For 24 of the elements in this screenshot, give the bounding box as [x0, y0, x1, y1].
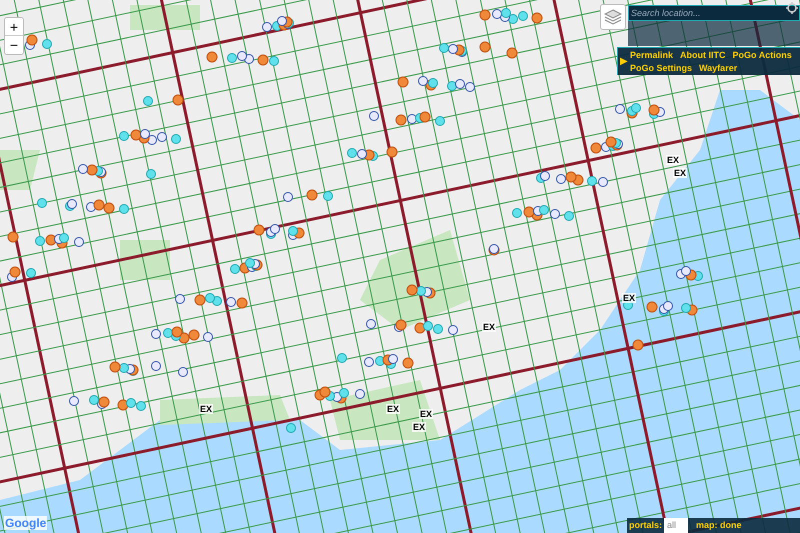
- locate-icon[interactable]: [786, 2, 798, 14]
- ex-label: EX: [412, 422, 426, 432]
- ex-label: EX: [673, 168, 688, 178]
- layers-icon: [604, 9, 622, 25]
- toolbox-toggle[interactable]: ▶: [618, 48, 630, 75]
- toolbox-link[interactable]: PoGo Actions: [732, 50, 792, 62]
- toolbox-link[interactable]: About IITC: [680, 50, 726, 62]
- zoom-out-button[interactable]: −: [5, 36, 23, 54]
- ex-label: EX: [199, 404, 214, 414]
- portals-filter-value[interactable]: all: [664, 518, 688, 533]
- ex-label: EX: [482, 322, 496, 332]
- search-field[interactable]: Search location...: [628, 5, 800, 21]
- toolbox-link[interactable]: PoGo Settings: [630, 62, 692, 75]
- toolbox-link[interactable]: Wayfarer: [699, 62, 738, 75]
- ex-label: EX: [666, 155, 680, 165]
- ex-label: EX: [419, 409, 434, 419]
- map-status: map: done: [695, 518, 742, 532]
- map-attribution-logo: Google: [4, 516, 48, 530]
- ex-label: EX: [386, 404, 400, 414]
- ex-label: EX: [622, 293, 636, 303]
- zoom-in-button[interactable]: +: [5, 18, 23, 36]
- layers-button[interactable]: [600, 4, 626, 30]
- toolbox-link[interactable]: Permalink: [630, 50, 674, 62]
- portals-label: portals:: [628, 518, 664, 532]
